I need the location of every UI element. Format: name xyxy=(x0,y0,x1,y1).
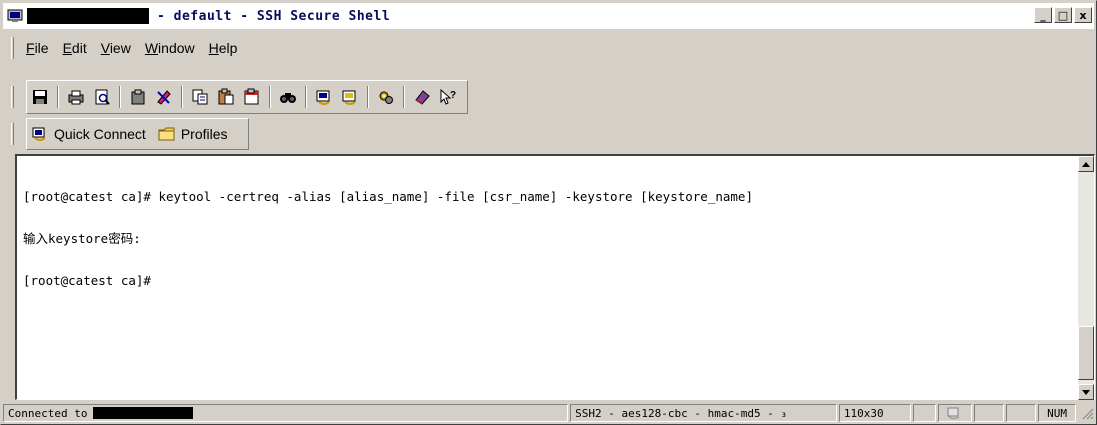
menu-window-label: indow xyxy=(158,40,195,56)
num-lock-indicator: NUM xyxy=(1038,404,1076,422)
close-button[interactable]: x xyxy=(1074,7,1092,23)
find-icon[interactable] xyxy=(277,86,299,108)
terminal-settings-icon[interactable] xyxy=(153,86,175,108)
disconnect-icon[interactable] xyxy=(339,86,361,108)
resize-grip-icon[interactable] xyxy=(1080,406,1094,420)
profiles-label: Profiles xyxy=(180,126,228,142)
ssh-client-window: - default - SSH Secure Shell _ □ x File … xyxy=(0,0,1097,425)
quick-connect-button[interactable]: Quick Connect xyxy=(31,126,146,142)
context-help-icon[interactable]: ? xyxy=(437,86,459,108)
save-icon[interactable] xyxy=(29,86,51,108)
menu-file-mnemonic: F xyxy=(26,40,35,56)
menu-edit-mnemonic: E xyxy=(62,40,72,56)
menu-edit-label: dit xyxy=(71,40,87,56)
paste-clipboard-icon[interactable] xyxy=(215,86,237,108)
toolbar: ? xyxy=(3,79,1094,115)
toolbar-separator xyxy=(367,86,369,108)
toolbar-separator xyxy=(305,86,307,108)
toolbar-separator xyxy=(57,86,59,108)
help-icon[interactable] xyxy=(411,86,433,108)
toolbar-separator xyxy=(119,86,121,108)
arrow-down-icon xyxy=(1082,389,1090,395)
quick-connect-label: Quick Connect xyxy=(54,126,146,142)
title-bar[interactable]: - default - SSH Secure Shell _ □ x xyxy=(3,3,1094,29)
menu-view-mnemonic: V xyxy=(100,40,110,56)
terminal-size: 110x30 xyxy=(838,404,911,422)
status-indicator-empty xyxy=(912,404,937,422)
clipboard-icon[interactable] xyxy=(241,86,263,108)
connection-indicator xyxy=(938,404,973,422)
copy-icon[interactable] xyxy=(189,86,211,108)
window-controls: _ □ x xyxy=(1034,7,1092,23)
profiles-button[interactable]: Profiles xyxy=(158,126,228,142)
menu-help-mnemonic: H xyxy=(208,40,219,56)
redacted-host xyxy=(93,407,194,419)
menu-help[interactable]: Help xyxy=(203,38,244,58)
toolbar-separator xyxy=(403,86,405,108)
quick-connect-bar: Quick Connect Profiles xyxy=(3,116,1094,152)
menu-file[interactable]: File xyxy=(20,38,55,58)
menubar-grip[interactable] xyxy=(11,37,14,59)
scroll-up-button[interactable] xyxy=(1078,156,1094,172)
scroll-down-button[interactable] xyxy=(1078,384,1094,400)
window-title: - default - SSH Secure Shell xyxy=(157,8,391,24)
status-bar: Connected to SSH2 - aes128-cbc - hmac-md… xyxy=(3,402,1094,424)
menu-window[interactable]: Window xyxy=(139,38,201,58)
menu-view-label: iew xyxy=(109,40,131,56)
menu-bar: File Edit View Window Help xyxy=(3,33,1094,63)
connect-icon[interactable] xyxy=(313,86,335,108)
terminal-line: 输入keystore密码: xyxy=(23,231,141,246)
print-icon[interactable] xyxy=(65,86,87,108)
redacted-host xyxy=(27,8,149,24)
ssh-app-icon xyxy=(7,8,25,24)
maximize-button[interactable]: □ xyxy=(1054,7,1072,23)
minimize-button[interactable]: _ xyxy=(1034,7,1052,23)
print-preview-icon[interactable] xyxy=(91,86,113,108)
menu-window-mnemonic: W xyxy=(144,40,159,56)
terminal-pane[interactable]: [root@catest ca]# keytool -certreq -alia… xyxy=(15,154,1095,400)
terminal-line: [root@catest ca]# xyxy=(23,273,151,288)
toolbar-panel: ? xyxy=(26,80,468,114)
connection-icon xyxy=(947,407,960,420)
menu-view[interactable]: View xyxy=(95,38,137,58)
svg-text:?: ? xyxy=(450,90,456,101)
status-indicator-empty xyxy=(1006,404,1037,422)
terminal-output[interactable]: [root@catest ca]# keytool -certreq -alia… xyxy=(23,162,753,316)
quick-connect-icon xyxy=(31,126,49,142)
menu-help-label: elp xyxy=(218,40,238,56)
connected-label: Connected to xyxy=(8,406,88,420)
arrow-up-icon xyxy=(1082,161,1090,167)
menu-edit[interactable]: Edit xyxy=(57,38,93,58)
quick-connect-panel: Quick Connect Profiles xyxy=(26,118,249,150)
cipher-status: SSH2 - aes128-cbc - hmac-md5 - ₃ xyxy=(570,404,837,422)
toolbar-grip[interactable] xyxy=(11,86,14,108)
terminal-line: [root@catest ca]# keytool -certreq -alia… xyxy=(23,189,753,204)
scroll-thumb[interactable] xyxy=(1078,326,1094,380)
status-indicator-empty xyxy=(974,404,1005,422)
quickbar-grip[interactable] xyxy=(11,123,14,145)
toolbar-separator xyxy=(269,86,271,108)
settings-icon[interactable] xyxy=(375,86,397,108)
connection-status: Connected to xyxy=(3,404,569,422)
toolbar-separator xyxy=(181,86,183,108)
menu-file-label: ile xyxy=(34,40,49,56)
folder-icon xyxy=(158,126,176,142)
vertical-scrollbar[interactable] xyxy=(1078,156,1094,400)
paste-icon[interactable] xyxy=(127,86,149,108)
